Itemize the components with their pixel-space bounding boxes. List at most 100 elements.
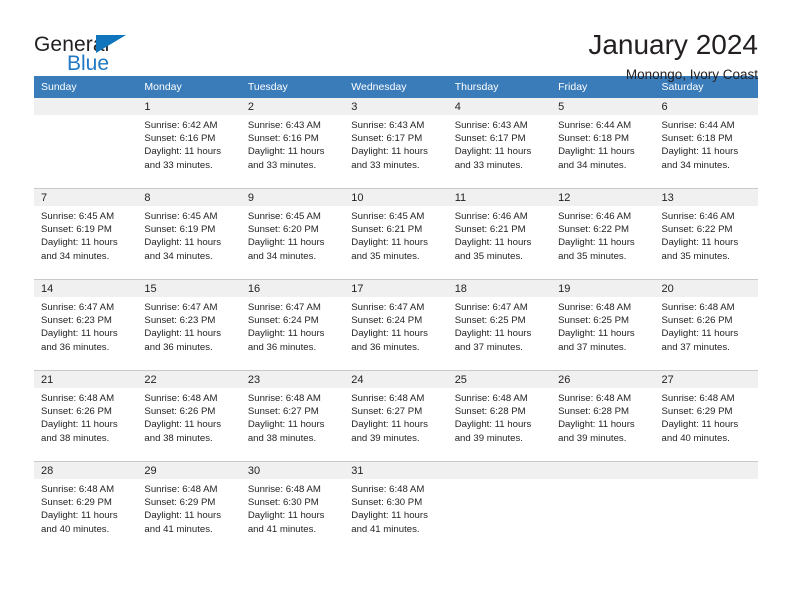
day-number: 23	[240, 371, 345, 388]
day-number: 29	[137, 462, 241, 479]
day-cell[interactable]: 19 Sunrise: 6:48 AM Sunset: 6:25 PM Dayl…	[551, 279, 655, 371]
day-cell[interactable]: 10 Sunrise: 6:45 AM Sunset: 6:21 PM Dayl…	[344, 188, 448, 280]
daylight-text-line2: and 33 minutes.	[351, 159, 420, 171]
daylight-text-line1: Daylight: 11 hours	[351, 237, 428, 249]
day-details: Sunrise: 6:48 AM Sunset: 6:29 PM Dayligh…	[655, 388, 758, 445]
daylight-text-line2: and 33 minutes.	[454, 159, 523, 171]
daylight-text-line2: and 34 minutes.	[661, 159, 730, 171]
sunrise-text: Sunrise: 6:45 AM	[351, 211, 425, 222]
day-number: 4	[447, 98, 552, 115]
daylight-text-line1: Daylight: 11 hours	[41, 510, 118, 522]
daylight-text-line2: and 34 minutes.	[144, 250, 213, 262]
day-cell[interactable]: 16 Sunrise: 6:47 AM Sunset: 6:24 PM Dayl…	[240, 279, 345, 371]
day-cell	[654, 461, 758, 552]
daylight-text-line2: and 41 minutes.	[247, 523, 317, 535]
sunrise-text: Sunrise: 6:48 AM	[661, 393, 735, 404]
sunrise-text: Sunrise: 6:43 AM	[351, 120, 425, 131]
sunset-text: Sunset: 6:28 PM	[558, 406, 630, 418]
day-cell[interactable]: 4 Sunrise: 6:43 AM Sunset: 6:17 PM Dayli…	[447, 98, 552, 189]
daylight-text-line1: Daylight: 11 hours	[144, 146, 222, 158]
day-details: Sunrise: 6:48 AM Sunset: 6:27 PM Dayligh…	[344, 388, 447, 445]
daylight-text-line1: Daylight: 11 hours	[351, 510, 428, 522]
sunset-text: Sunset: 6:17 PM	[454, 133, 526, 145]
sunrise-text: Sunrise: 6:44 AM	[661, 120, 735, 131]
sunset-text: Sunset: 6:25 PM	[454, 315, 526, 327]
day-details: Sunrise: 6:48 AM Sunset: 6:30 PM Dayligh…	[241, 479, 344, 536]
sunset-text: Sunset: 6:26 PM	[661, 315, 733, 327]
sunset-text: Sunset: 6:16 PM	[247, 133, 319, 145]
daylight-text-line1: Daylight: 11 hours	[144, 510, 222, 522]
sunset-text: Sunset: 6:22 PM	[661, 224, 733, 236]
weekday-header-sunday: Sunday	[34, 76, 138, 98]
sunrise-text: Sunrise: 6:47 AM	[247, 302, 321, 313]
day-cell[interactable]: 8 Sunrise: 6:45 AM Sunset: 6:19 PM Dayli…	[137, 188, 241, 280]
day-cell[interactable]: 25 Sunrise: 6:48 AM Sunset: 6:28 PM Dayl…	[447, 370, 552, 462]
sunset-text: Sunset: 6:21 PM	[351, 224, 423, 236]
day-details: Sunrise: 6:44 AM Sunset: 6:18 PM Dayligh…	[655, 115, 758, 172]
sunrise-sunset-calendar: Sunday Monday Tuesday Wednesday Thursday…	[34, 76, 758, 552]
day-number: 16	[240, 280, 345, 297]
sunset-text: Sunset: 6:27 PM	[351, 406, 423, 418]
day-cell[interactable]: 28 Sunrise: 6:48 AM Sunset: 6:29 PM Dayl…	[34, 461, 138, 552]
day-cell[interactable]: 20 Sunrise: 6:48 AM Sunset: 6:26 PM Dayl…	[654, 279, 758, 371]
day-cell[interactable]: 15 Sunrise: 6:47 AM Sunset: 6:23 PM Dayl…	[137, 279, 241, 371]
week-row: 7 Sunrise: 6:45 AM Sunset: 6:19 PM Dayli…	[34, 188, 758, 280]
page-title: January 2024	[588, 29, 758, 60]
sunset-text: Sunset: 6:30 PM	[351, 497, 423, 509]
sunset-text: Sunset: 6:24 PM	[247, 315, 319, 327]
day-cell[interactable]: 27 Sunrise: 6:48 AM Sunset: 6:29 PM Dayl…	[654, 370, 758, 462]
daylight-text-line1: Daylight: 11 hours	[661, 419, 739, 431]
day-cell[interactable]: 31 Sunrise: 6:48 AM Sunset: 6:30 PM Dayl…	[344, 461, 448, 552]
day-cell[interactable]: 18 Sunrise: 6:47 AM Sunset: 6:25 PM Dayl…	[447, 279, 552, 371]
day-cell[interactable]: 5 Sunrise: 6:44 AM Sunset: 6:18 PM Dayli…	[551, 98, 655, 189]
daylight-text-line2: and 36 minutes.	[351, 341, 420, 353]
day-cell[interactable]: 17 Sunrise: 6:47 AM Sunset: 6:24 PM Dayl…	[344, 279, 448, 371]
calendar-body: 1 Sunrise: 6:42 AM Sunset: 6:16 PM Dayli…	[34, 98, 758, 552]
day-details: Sunrise: 6:47 AM Sunset: 6:23 PM Dayligh…	[34, 297, 137, 354]
sunrise-text: Sunrise: 6:47 AM	[351, 302, 425, 313]
sunrise-text: Sunrise: 6:47 AM	[454, 302, 528, 313]
sunrise-text: Sunrise: 6:45 AM	[41, 211, 115, 222]
triangle-icon	[96, 35, 126, 53]
daylight-text-line1: Daylight: 11 hours	[454, 328, 532, 340]
day-cell[interactable]: 23 Sunrise: 6:48 AM Sunset: 6:27 PM Dayl…	[240, 370, 345, 462]
day-cell[interactable]: 2 Sunrise: 6:43 AM Sunset: 6:16 PM Dayli…	[240, 98, 345, 189]
day-cell[interactable]: 13 Sunrise: 6:46 AM Sunset: 6:22 PM Dayl…	[654, 188, 758, 280]
day-details: Sunrise: 6:45 AM Sunset: 6:21 PM Dayligh…	[344, 206, 447, 263]
sunrise-text: Sunrise: 6:42 AM	[144, 120, 218, 131]
day-cell[interactable]: 14 Sunrise: 6:47 AM Sunset: 6:23 PM Dayl…	[34, 279, 138, 371]
daylight-text-line1: Daylight: 11 hours	[558, 237, 635, 249]
daylight-text-line1: Daylight: 11 hours	[351, 328, 428, 340]
day-number: 17	[344, 280, 448, 297]
day-cell[interactable]: 24 Sunrise: 6:48 AM Sunset: 6:27 PM Dayl…	[344, 370, 448, 462]
day-cell[interactable]: 21 Sunrise: 6:48 AM Sunset: 6:26 PM Dayl…	[34, 370, 138, 462]
daylight-text-line2: and 36 minutes.	[247, 341, 317, 353]
day-number: 28	[34, 462, 138, 479]
day-number: 5	[551, 98, 655, 115]
weekday-header-thursday: Thursday	[447, 76, 552, 98]
day-cell[interactable]: 12 Sunrise: 6:46 AM Sunset: 6:22 PM Dayl…	[551, 188, 655, 280]
day-cell[interactable]: 29 Sunrise: 6:48 AM Sunset: 6:29 PM Dayl…	[137, 461, 241, 552]
day-cell[interactable]: 3 Sunrise: 6:43 AM Sunset: 6:17 PM Dayli…	[344, 98, 448, 189]
day-cell[interactable]: 6 Sunrise: 6:44 AM Sunset: 6:18 PM Dayli…	[654, 98, 758, 189]
sunset-text: Sunset: 6:27 PM	[247, 406, 319, 418]
day-cell	[34, 98, 138, 189]
daylight-text-line2: and 38 minutes.	[247, 432, 317, 444]
day-number: 6	[654, 98, 758, 115]
sunset-text: Sunset: 6:18 PM	[661, 133, 733, 145]
day-number: 22	[137, 371, 241, 388]
day-cell[interactable]: 30 Sunrise: 6:48 AM Sunset: 6:30 PM Dayl…	[240, 461, 345, 552]
day-cell[interactable]: 11 Sunrise: 6:46 AM Sunset: 6:21 PM Dayl…	[447, 188, 552, 280]
day-details: Sunrise: 6:48 AM Sunset: 6:27 PM Dayligh…	[241, 388, 344, 445]
day-cell[interactable]: 22 Sunrise: 6:48 AM Sunset: 6:26 PM Dayl…	[137, 370, 241, 462]
day-cell[interactable]: 1 Sunrise: 6:42 AM Sunset: 6:16 PM Dayli…	[137, 98, 241, 189]
day-cell[interactable]: 7 Sunrise: 6:45 AM Sunset: 6:19 PM Dayli…	[34, 188, 138, 280]
day-cell[interactable]: 26 Sunrise: 6:48 AM Sunset: 6:28 PM Dayl…	[551, 370, 655, 462]
day-cell[interactable]: 9 Sunrise: 6:45 AM Sunset: 6:20 PM Dayli…	[240, 188, 345, 280]
day-number: 2	[240, 98, 345, 115]
day-number: 18	[447, 280, 552, 297]
daylight-text-line1: Daylight: 11 hours	[144, 419, 222, 431]
sunset-text: Sunset: 6:19 PM	[144, 224, 216, 236]
daylight-text-line1: Daylight: 11 hours	[454, 419, 532, 431]
week-row: 21 Sunrise: 6:48 AM Sunset: 6:26 PM Dayl…	[34, 370, 758, 462]
